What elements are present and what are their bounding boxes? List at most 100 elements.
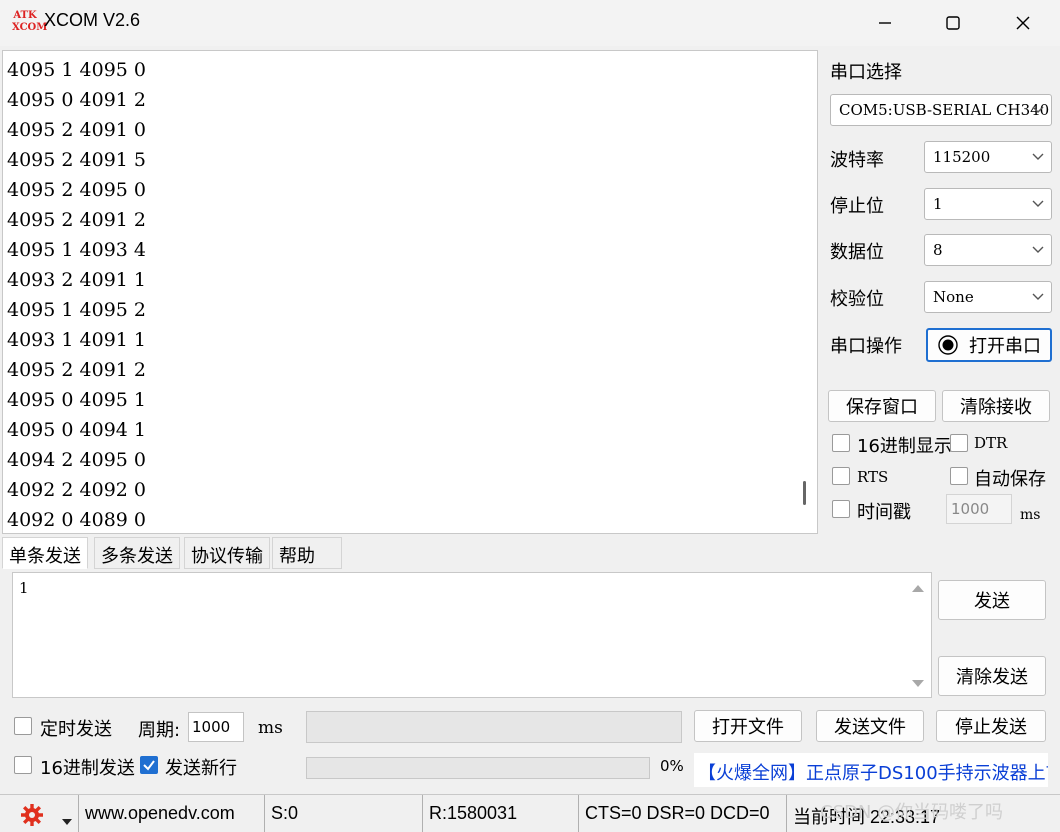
receive-lines: 4095 1 4095 0 4095 0 4091 2 4095 2 4091 0 4… xyxy=(7,55,147,533)
send-progress-bar xyxy=(306,757,650,779)
minimize-icon xyxy=(879,22,891,24)
chevron-down-icon xyxy=(1031,242,1045,260)
stopbits-value: 1 xyxy=(933,195,943,213)
scroll-down-icon xyxy=(912,680,924,687)
receive-line: 4095 2 4091 2 xyxy=(7,359,147,381)
send-button[interactable]: 发送 xyxy=(938,580,1046,620)
receive-line: 4095 1 4095 0 xyxy=(7,59,147,81)
save-window-button[interactable]: 保存窗口 xyxy=(828,390,936,422)
clear-receive-button[interactable]: 清除接收 xyxy=(942,390,1050,422)
port-select-value: COM5:USB-SERIAL CH340 xyxy=(839,101,1050,119)
progress-percent: 0% xyxy=(660,757,684,775)
baud-select[interactable]: 115200 xyxy=(924,141,1052,173)
open-file-button[interactable]: 打开文件 xyxy=(694,710,802,742)
signal-status: CTS=0 DSR=0 DCD=0 xyxy=(578,795,784,832)
maximize-icon xyxy=(946,16,960,30)
tab-multi-send[interactable]: 多条发送 xyxy=(94,537,180,569)
send-tabs: 单条发送 多条发送 协议传输 帮助 xyxy=(0,537,344,569)
receive-line: 4092 0 4089 0 xyxy=(7,509,147,531)
window-title: XCOM V2.6 xyxy=(44,10,141,30)
autosave-checkbox[interactable] xyxy=(950,467,968,485)
sent-count: S:0 xyxy=(264,795,420,832)
record-icon xyxy=(938,335,958,355)
receive-line: 4095 1 4095 2 xyxy=(7,299,147,321)
checkmark-icon xyxy=(143,760,155,771)
databits-select[interactable]: 8 xyxy=(924,234,1052,266)
period-unit: ms xyxy=(258,718,283,738)
dtr-label: DTR xyxy=(974,434,1008,452)
send-newline-checkbox[interactable] xyxy=(140,756,158,774)
timestamp-checkbox[interactable] xyxy=(832,500,850,518)
tab-protocol[interactable]: 协议传输 xyxy=(184,537,270,569)
send-text: 1 xyxy=(19,579,29,597)
tab-help[interactable]: 帮助 xyxy=(272,537,342,569)
hex-send-checkbox[interactable] xyxy=(14,756,32,774)
parity-label: 校验位 xyxy=(830,289,884,310)
tab-single-send[interactable]: 单条发送 xyxy=(2,537,88,569)
timestamp-label: 时间戳 xyxy=(857,502,911,523)
caret-down-icon[interactable] xyxy=(62,811,72,832)
minimize-button[interactable] xyxy=(850,0,920,46)
receive-line: 4095 2 4091 0 xyxy=(7,119,147,141)
receive-line: 4095 0 4091 2 xyxy=(7,89,147,111)
title-bar: ATK XCOM XCOM V2.6 xyxy=(0,0,1060,46)
send-newline-label: 发送新行 xyxy=(165,758,237,779)
period-input[interactable]: 1000 xyxy=(188,712,244,742)
stopbits-select[interactable]: 1 xyxy=(924,188,1052,220)
send-textarea[interactable]: 1 xyxy=(12,572,932,698)
receive-line: 4095 0 4095 1 xyxy=(7,389,147,411)
databits-label: 数据位 xyxy=(830,242,884,263)
stopbits-label: 停止位 xyxy=(830,196,884,217)
open-port-label: 打开串口 xyxy=(969,336,1041,357)
baud-value: 115200 xyxy=(933,148,991,166)
parity-select[interactable]: None xyxy=(924,281,1052,313)
receive-line: 4095 2 4091 5 xyxy=(7,149,147,171)
receive-line: 4093 2 4091 1 xyxy=(7,269,147,291)
open-port-button[interactable]: 打开串口 xyxy=(926,328,1052,362)
ad-link[interactable]: 【火爆全网】正点原子DS100手持示波器上市 xyxy=(694,753,1048,787)
period-label: 周期: xyxy=(138,720,181,741)
chevron-down-icon xyxy=(1031,289,1045,307)
received-count: R:1580031 xyxy=(422,795,578,832)
receive-line: 4095 0 4094 1 xyxy=(7,419,147,441)
clear-send-button[interactable]: 清除发送 xyxy=(938,656,1046,696)
receive-scrollbar[interactable] xyxy=(793,51,817,533)
autosave-label: 自动保存 xyxy=(974,469,1046,490)
settings-gear-button[interactable] xyxy=(20,803,44,832)
scroll-up-icon xyxy=(912,585,924,592)
baud-label: 波特率 xyxy=(830,150,884,171)
port-op-label: 串口操作 xyxy=(830,336,902,357)
file-path-box xyxy=(306,711,682,743)
timestamp-input[interactable]: 1000 xyxy=(946,494,1012,524)
timed-send-checkbox[interactable] xyxy=(14,717,32,735)
parity-value: None xyxy=(933,288,974,306)
rts-checkbox[interactable] xyxy=(832,467,850,485)
receive-line: 4094 2 4095 0 xyxy=(7,449,147,471)
timestamp-unit: ms xyxy=(1020,507,1041,523)
hex-display-label: 16进制显示 xyxy=(857,436,952,457)
receive-line: 4095 1 4093 4 xyxy=(7,239,147,261)
receive-line: 4092 2 4092 0 xyxy=(7,479,147,501)
dtr-checkbox[interactable] xyxy=(950,434,968,452)
gear-icon xyxy=(21,804,43,826)
hex-display-checkbox[interactable] xyxy=(832,434,850,452)
maximize-button[interactable] xyxy=(918,0,988,46)
chevron-down-icon xyxy=(1031,102,1045,120)
port-select[interactable]: COM5:USB-SERIAL CH340 xyxy=(830,94,1052,126)
receive-line: 4095 2 4095 0 xyxy=(7,179,147,201)
receive-line: 4093 1 4091 1 xyxy=(7,329,147,351)
send-scrollbar[interactable] xyxy=(907,575,929,695)
send-file-button[interactable]: 发送文件 xyxy=(816,710,924,742)
timed-send-label: 定时发送 xyxy=(40,719,112,740)
receive-textarea[interactable]: 4095 1 4095 0 4095 0 4091 2 4095 2 4091 0 4… xyxy=(2,50,818,534)
watermark: CSDN @你当码喽了吗 xyxy=(820,802,1004,823)
chevron-down-icon xyxy=(1031,149,1045,167)
close-button[interactable] xyxy=(988,0,1058,46)
port-select-label: 串口选择 xyxy=(830,62,902,83)
chevron-down-icon xyxy=(1031,196,1045,214)
website-link[interactable]: www.openedv.com xyxy=(78,795,260,832)
receive-line: 4095 2 4091 2 xyxy=(7,209,147,231)
app-logo: ATK XCOM xyxy=(12,10,48,33)
stop-send-button[interactable]: 停止发送 xyxy=(936,710,1046,742)
scrollbar-thumb[interactable] xyxy=(803,481,806,505)
